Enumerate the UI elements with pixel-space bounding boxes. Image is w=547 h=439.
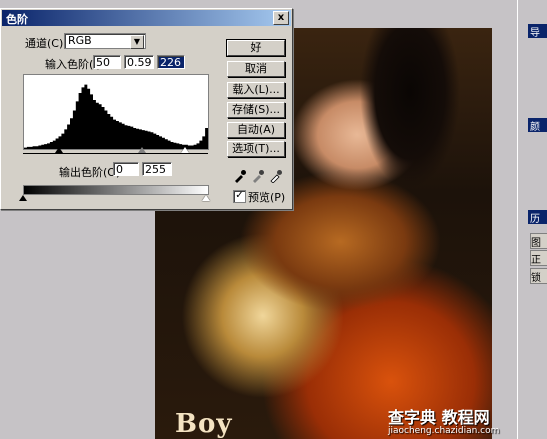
preview-label: 预览(P)	[248, 191, 286, 204]
histogram-shape	[24, 84, 208, 149]
output-white-slider[interactable]	[202, 195, 210, 201]
preview-checkbox[interactable]: ✓	[233, 190, 246, 203]
options-button[interactable]: 选项(T)...	[227, 141, 285, 157]
output-white-field[interactable]: 255	[142, 162, 172, 176]
cancel-button[interactable]: 取消	[227, 61, 285, 77]
ok-button[interactable]: 好	[226, 39, 286, 57]
output-gradient-bar	[23, 185, 209, 195]
input-gamma-slider[interactable]	[138, 147, 146, 153]
dialog-titlebar[interactable]: 色阶 x	[2, 10, 291, 26]
load-button[interactable]: 载入(L)...	[227, 82, 285, 98]
white-eyedropper-icon[interactable]	[269, 169, 283, 183]
channel-select-value: RGB	[68, 34, 92, 47]
input-black-field[interactable]: 50	[93, 55, 121, 69]
input-black-slider[interactable]	[55, 147, 63, 153]
photo-overlay-text: Boy	[175, 409, 233, 439]
watermark: 查字典 教程网 jiaocheng.chazidian.com	[388, 404, 499, 436]
input-slider-track	[23, 153, 208, 154]
chevron-down-icon[interactable]: ▼	[130, 35, 144, 49]
palette-history-header[interactable]: 历	[528, 210, 547, 224]
palette-lock[interactable]: 锁	[530, 268, 547, 284]
auto-button[interactable]: 自动(A)	[227, 122, 285, 138]
input-white-field[interactable]: 226	[157, 55, 185, 69]
close-button[interactable]: x	[273, 11, 289, 25]
watermark-url: jiaocheng.chazidian.com	[388, 426, 500, 436]
histogram-graph	[24, 84, 208, 149]
watermark-title: 查字典 教程网	[388, 408, 490, 427]
histogram	[23, 74, 209, 150]
input-gamma-field[interactable]: 0.59	[124, 55, 154, 69]
palette-blend-mode[interactable]: 正	[530, 250, 547, 266]
levels-dialog: 色阶 x 通道(C): RGB ▼ 输入色阶(I): 50 0.59 226 输…	[0, 8, 293, 210]
input-white-slider[interactable]	[181, 147, 189, 153]
black-eyedropper-icon[interactable]	[233, 169, 247, 183]
dialog-title: 色阶	[6, 13, 28, 26]
channel-label: 通道(C):	[25, 37, 67, 50]
save-button[interactable]: 存储(S)...	[227, 102, 285, 118]
palette-layers-tab[interactable]: 图	[530, 233, 547, 249]
gray-eyedropper-icon[interactable]	[251, 169, 265, 183]
palette-color-header[interactable]: 颜	[528, 118, 547, 132]
palette-navigator-header[interactable]: 导	[528, 24, 547, 38]
photo-hair-region	[360, 28, 460, 188]
channel-select[interactable]: RGB ▼	[64, 33, 146, 49]
output-black-field[interactable]: 0	[113, 162, 139, 176]
output-black-slider[interactable]	[19, 195, 27, 201]
